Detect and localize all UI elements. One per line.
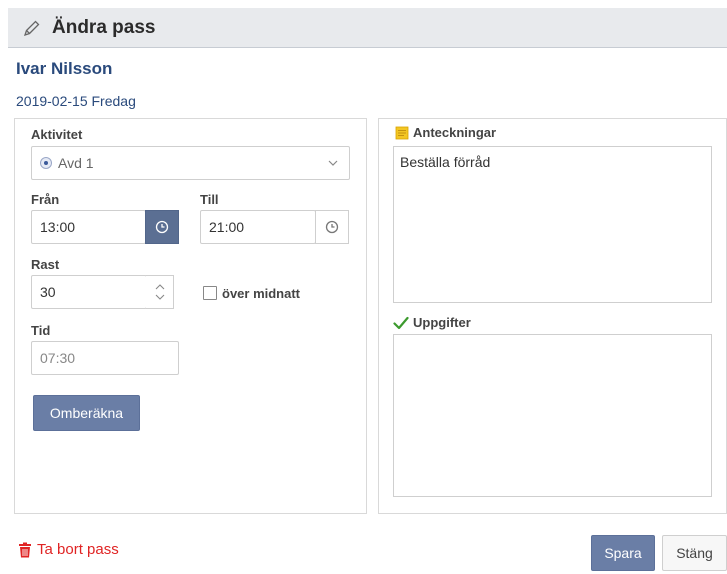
radio-dot-icon [40, 157, 52, 169]
note-icon [395, 126, 409, 139]
chevron-down-icon[interactable] [155, 294, 165, 300]
to-time-input[interactable]: 21:00 [200, 210, 316, 244]
delete-shift-label: Ta bort pass [37, 541, 119, 558]
chevron-up-icon[interactable] [155, 284, 165, 290]
activity-label: Aktivitet [31, 127, 83, 142]
break-input[interactable]: 30 [31, 275, 147, 309]
notes-header: Anteckningar [395, 125, 496, 140]
notes-label: Anteckningar [413, 125, 497, 140]
from-label: Från [31, 192, 60, 207]
overnight-checkbox[interactable] [203, 286, 217, 300]
duration-label: Tid [31, 323, 51, 338]
break-stepper[interactable] [146, 275, 174, 309]
duration-field: 07:30 [31, 341, 179, 375]
shift-date: 2019-02-15 Fredag [16, 93, 136, 109]
notes-textarea[interactable]: Beställa förråd [393, 146, 712, 303]
tasks-header: Uppgifter [393, 315, 471, 330]
dialog-title: Ändra pass [52, 16, 156, 38]
pencil-icon [23, 20, 40, 36]
activity-select[interactable]: Avd 1 [31, 146, 350, 180]
to-label: Till [200, 192, 219, 207]
chevron-down-icon [328, 160, 338, 166]
activity-value: Avd 1 [58, 155, 94, 171]
recalculate-button[interactable]: Omberäkna [33, 395, 140, 431]
trash-icon [19, 542, 31, 557]
clock-icon [325, 220, 339, 234]
tasks-textarea[interactable] [393, 334, 712, 497]
checkmark-icon [393, 316, 409, 329]
from-clock-button[interactable] [145, 210, 179, 244]
person-name: Ivar Nilsson [16, 59, 113, 78]
shift-form-panel: Aktivitet Avd 1 Från 13:00 Till 21:00 Ra… [14, 118, 367, 514]
from-time-input[interactable]: 13:00 [31, 210, 146, 244]
break-label: Rast [31, 257, 60, 272]
close-button[interactable]: Stäng [662, 535, 727, 571]
delete-shift-link[interactable]: Ta bort pass [18, 541, 119, 558]
dialog-title-bar: Ändra pass [8, 8, 727, 48]
clock-icon [155, 220, 169, 234]
notes-panel: Anteckningar Beställa förråd Uppgifter [378, 118, 727, 514]
save-button[interactable]: Spara [591, 535, 655, 571]
tasks-label: Uppgifter [413, 315, 471, 330]
to-clock-button[interactable] [315, 210, 349, 244]
overnight-label: över midnatt [222, 286, 301, 301]
